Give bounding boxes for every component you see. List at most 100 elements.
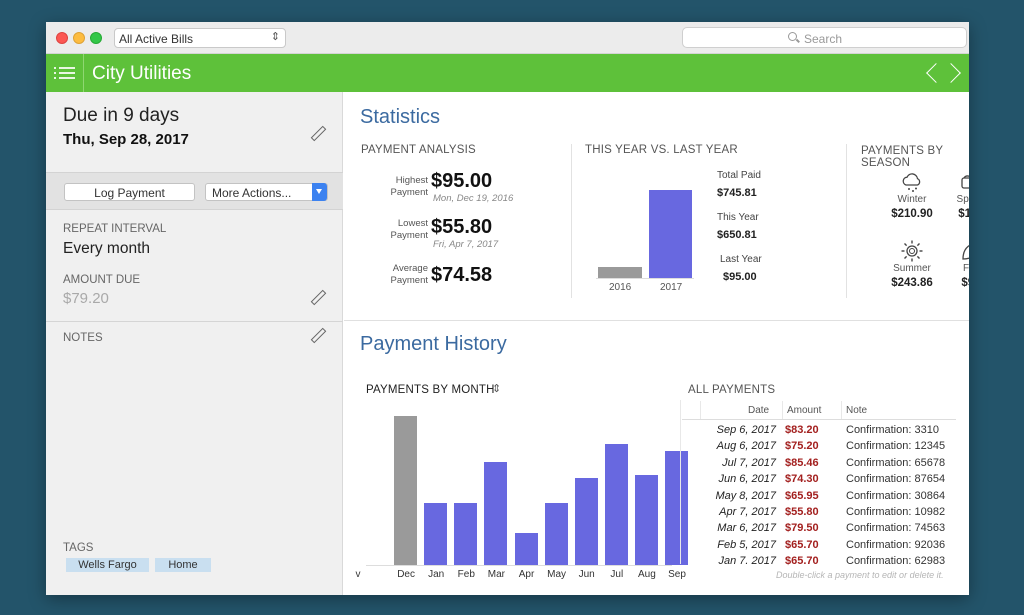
payment-date: Jan 7. 2017	[718, 555, 777, 568]
payment-date: Sep 6, 2017	[716, 424, 776, 436]
this-year-label: This Year	[717, 212, 759, 223]
list-menu-icon[interactable]	[54, 65, 76, 81]
payment-note: Confirmation: 74563	[846, 522, 946, 535]
average-label-line1: Average	[392, 263, 428, 274]
payment-note: Confirmation: 12345	[846, 440, 946, 453]
table-row[interactable]: Feb 5, 2017 $65.70 Confirmation: 92036	[682, 539, 956, 555]
season-spring-name: Spring	[956, 194, 969, 205]
month-label: Apr	[518, 569, 535, 580]
next-bill-chevron-icon[interactable]	[946, 61, 962, 85]
month-bar-dec[interactable]	[394, 416, 418, 565]
payment-date: May 8, 2017	[715, 489, 776, 502]
average-payment-amount: $74.58	[431, 264, 493, 286]
average-label-line2: Payment	[390, 275, 429, 286]
month-label: Jul	[610, 569, 624, 580]
payment-note: Confirmation: 62983	[846, 555, 946, 568]
highest-payment-amount: $95.00	[431, 170, 493, 192]
header-divider	[83, 54, 84, 92]
month-label: Mar	[487, 569, 505, 580]
payment-date: Jun 6, 2017	[718, 473, 777, 486]
table-row[interactable]: Jun 6, 2017 $74.30 Confirmation: 87654	[682, 473, 956, 489]
table-row[interactable]: Sep 6, 2017 $83.20 Confirmation: 3310	[682, 424, 956, 440]
payment-date: Feb 5, 2017	[717, 538, 776, 551]
updown-arrows-icon: ⇕	[270, 31, 280, 43]
payment-amount: $55.80	[785, 506, 819, 518]
month-label: May	[547, 569, 567, 580]
payment-analysis-label: PAYMENT ANALYSIS	[361, 144, 476, 156]
column-header-date[interactable]: Date	[748, 405, 769, 416]
month-bar-feb[interactable]	[454, 503, 478, 565]
log-payment-button[interactable]: Log Payment	[64, 183, 195, 201]
month-bar-jan[interactable]	[424, 503, 448, 565]
yoy-axis	[596, 278, 694, 279]
updown-arrows-icon[interactable]: ⇕	[492, 382, 501, 395]
table-row[interactable]: May 8, 2017 $65.95 Confirmation: 30864	[682, 490, 956, 506]
edit-due-date-pencil-icon[interactable]	[310, 125, 327, 142]
payment-date: Apr 7, 2017	[719, 506, 776, 518]
watering-can-icon	[961, 175, 969, 189]
yoy-bar-2017	[649, 190, 692, 278]
payment-note: Confirmation: 65678	[846, 456, 946, 469]
tag-wells-fargo[interactable]: Wells Fargo	[66, 558, 149, 572]
month-bar-may[interactable]	[544, 503, 568, 565]
season-summer-amount: $243.86	[891, 277, 933, 289]
payments-by-month-label[interactable]: PAYMENTS BY MONTH	[366, 384, 495, 396]
table-hint: Double-click a payment to edit or delete…	[776, 570, 944, 580]
yoy-label-2016: 2016	[609, 282, 632, 293]
payment-date: Jul 7, 2017	[722, 456, 776, 469]
stats-divider-2	[846, 144, 847, 298]
close-window-button[interactable]	[56, 32, 68, 44]
column-divider-3	[841, 401, 842, 419]
season-fall-name: Fall	[962, 263, 969, 274]
month-label: Dec	[397, 569, 415, 580]
tag-home[interactable]: Home	[155, 558, 211, 572]
search-icon	[788, 32, 797, 41]
table-row[interactable]: Aug 6, 2017 $75.20 Confirmation: 12345	[682, 440, 956, 456]
previous-bill-chevron-icon[interactable]	[924, 61, 940, 85]
more-actions-button[interactable]: More Actions...	[205, 183, 328, 201]
column-header-amount[interactable]: Amount	[787, 405, 821, 416]
season-winter-name: Winter	[897, 194, 927, 205]
payment-date: Mar 6, 2017	[717, 522, 776, 535]
table-row[interactable]: Jan 7. 2017 $65.70 Confirmation: 62983	[682, 555, 956, 571]
table-row[interactable]: Apr 7, 2017 $55.80 Confirmation: 10982	[682, 506, 956, 522]
amount-due-value: $79.20	[63, 290, 109, 307]
average-payment-row: Average Payment $74.58	[360, 263, 560, 300]
zoom-window-button[interactable]	[90, 32, 102, 44]
lowest-payment-label: Lowest Payment	[368, 218, 429, 242]
highest-label-line1: Highest	[395, 175, 428, 186]
yoy-label: THIS YEAR VS. LAST YEAR	[585, 144, 738, 156]
yoy-label-2017: 2017	[660, 282, 683, 293]
table-row[interactable]: Mar 6, 2017 $79.50 Confirmation: 74563	[682, 522, 956, 538]
month-bar-apr[interactable]	[514, 533, 538, 565]
month-bar-jun[interactable]	[574, 478, 598, 565]
bill-filter-value: All Active Bills	[119, 32, 194, 46]
payment-amount: $75.20	[785, 440, 819, 453]
bill-filter-select[interactable]: All Active Bills ⇕	[114, 28, 286, 48]
month-label: Feb	[457, 569, 475, 580]
last-year-value: $95.00	[723, 271, 757, 283]
month-bar-mar[interactable]	[484, 462, 508, 565]
tags-label: TAGS	[63, 542, 94, 554]
minimize-window-button[interactable]	[73, 32, 85, 44]
month-label: v	[355, 569, 361, 580]
season-summer-name: Summer	[893, 263, 931, 274]
payment-amount: $74.30	[785, 473, 819, 486]
column-header-note[interactable]: Note	[846, 405, 867, 416]
table-row[interactable]: Jul 7, 2017 $85.46 Confirmation: 65678	[682, 457, 956, 473]
bill-title: City Utilities	[92, 63, 192, 84]
season-fall-amount: $95	[961, 277, 969, 289]
highest-payment-label: Highest Payment	[368, 175, 429, 199]
lowest-label-line2: Payment	[390, 230, 429, 241]
amount-due-label: AMOUNT DUE	[63, 274, 141, 286]
month-bar-jul[interactable]	[604, 444, 628, 565]
search-placeholder: Search	[804, 32, 843, 46]
month-bar-aug[interactable]	[634, 475, 658, 565]
edit-amount-pencil-icon[interactable]	[310, 289, 327, 306]
edit-notes-pencil-icon[interactable]	[310, 327, 327, 344]
payment-date: Aug 6, 2017	[716, 440, 776, 453]
yoy-bar-2016	[598, 267, 642, 278]
lowest-payment-row: Lowest Payment $55.80 Fri, Apr 7, 2017	[360, 216, 560, 252]
search-input[interactable]: Search	[682, 27, 967, 48]
due-title: Due in 9 days	[63, 105, 180, 126]
